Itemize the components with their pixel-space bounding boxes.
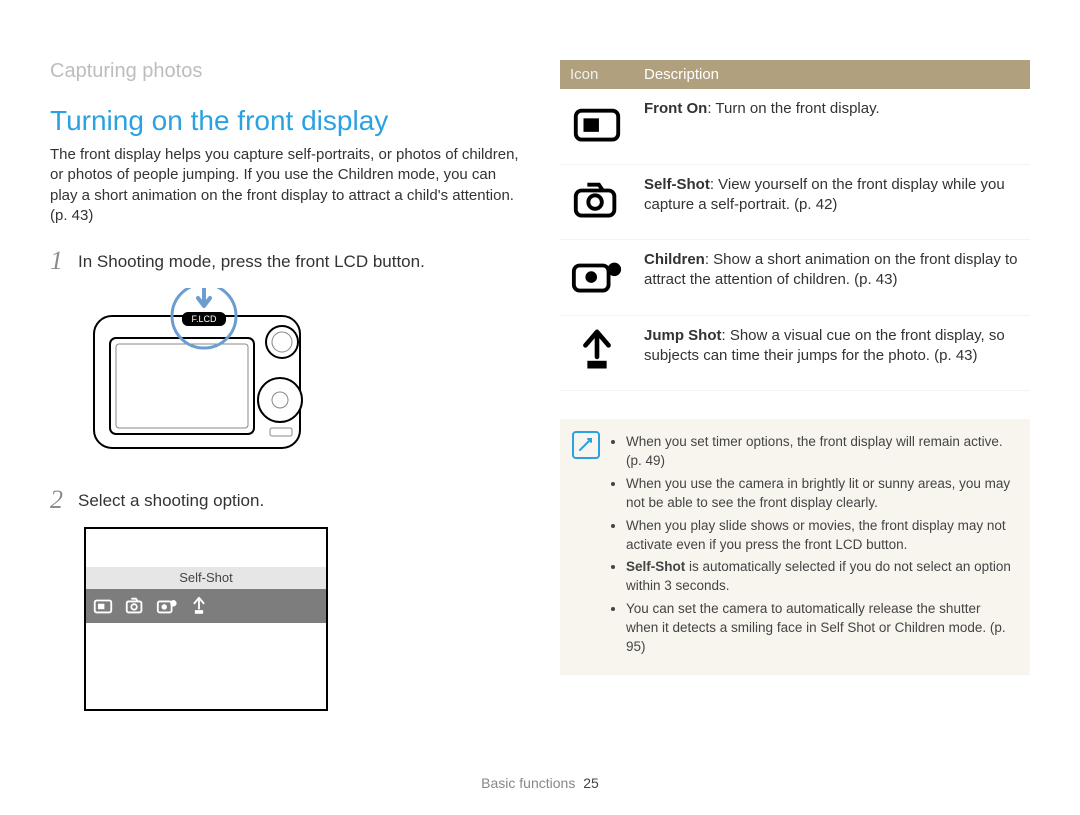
note-item: When you use the camera in brightly lit …	[626, 475, 1016, 513]
option-selected-label: Self-Shot	[86, 567, 326, 589]
self-shot-icon	[124, 595, 146, 617]
step-number: 1	[50, 248, 78, 274]
step-number: 2	[50, 487, 78, 513]
option-screen-illustration: Self-Shot	[84, 527, 328, 711]
table-row: Children: Show a short animation on the …	[560, 240, 1030, 316]
table-row: Front On: Turn on the front display.	[560, 89, 1030, 164]
row-bold: Jump Shot	[644, 327, 722, 344]
table-head-description: Description	[634, 60, 1030, 89]
step-text: Select a shooting option.	[78, 487, 264, 513]
front-on-icon	[570, 134, 624, 151]
notes-list: When you set timer options, the front di…	[610, 433, 1016, 657]
row-bold: Children	[644, 251, 705, 268]
step-text: In Shooting mode, press the front LCD bu…	[78, 248, 425, 274]
note-item: When you set timer options, the front di…	[626, 433, 1016, 471]
row-bold: Self-Shot	[644, 176, 710, 193]
note-item: Self-Shot is automatically selected if y…	[626, 558, 1016, 596]
row-bold: Front On	[644, 100, 707, 117]
intro-text: The front display helps you capture self…	[50, 145, 520, 226]
children-icon	[156, 595, 178, 617]
table-head-icon: Icon	[560, 60, 634, 89]
option-icons-bar	[86, 589, 326, 623]
jump-shot-icon	[188, 595, 210, 617]
footer-section: Basic functions	[481, 775, 575, 791]
note-item: When you play slide shows or movies, the…	[626, 517, 1016, 555]
row-text: : Turn on the front display.	[707, 100, 879, 117]
step-2: 2 Select a shooting option.	[50, 487, 520, 513]
step-1: 1 In Shooting mode, press the front LCD …	[50, 248, 520, 274]
front-on-icon	[92, 595, 114, 617]
table-row: Self-Shot: View yourself on the front di…	[560, 164, 1030, 240]
camera-illustration: F.LCD	[84, 288, 520, 463]
jump-shot-icon	[570, 361, 624, 378]
children-icon	[570, 285, 624, 302]
note-icon	[572, 431, 600, 459]
page-footer: Basic functions 25	[0, 775, 1080, 791]
footer-page-number: 25	[583, 775, 599, 791]
self-shot-icon	[570, 210, 624, 227]
flcd-label: F.LCD	[191, 314, 217, 324]
note-item: You can set the camera to automatically …	[626, 600, 1016, 657]
notes-box: When you set timer options, the front di…	[560, 419, 1030, 675]
description-table: Icon Description Front On: Turn on the f…	[560, 60, 1030, 391]
breadcrumb: Capturing photos	[50, 60, 520, 83]
page-heading: Turning on the front display	[50, 105, 520, 137]
table-row: Jump Shot: Show a visual cue on the fron…	[560, 315, 1030, 391]
